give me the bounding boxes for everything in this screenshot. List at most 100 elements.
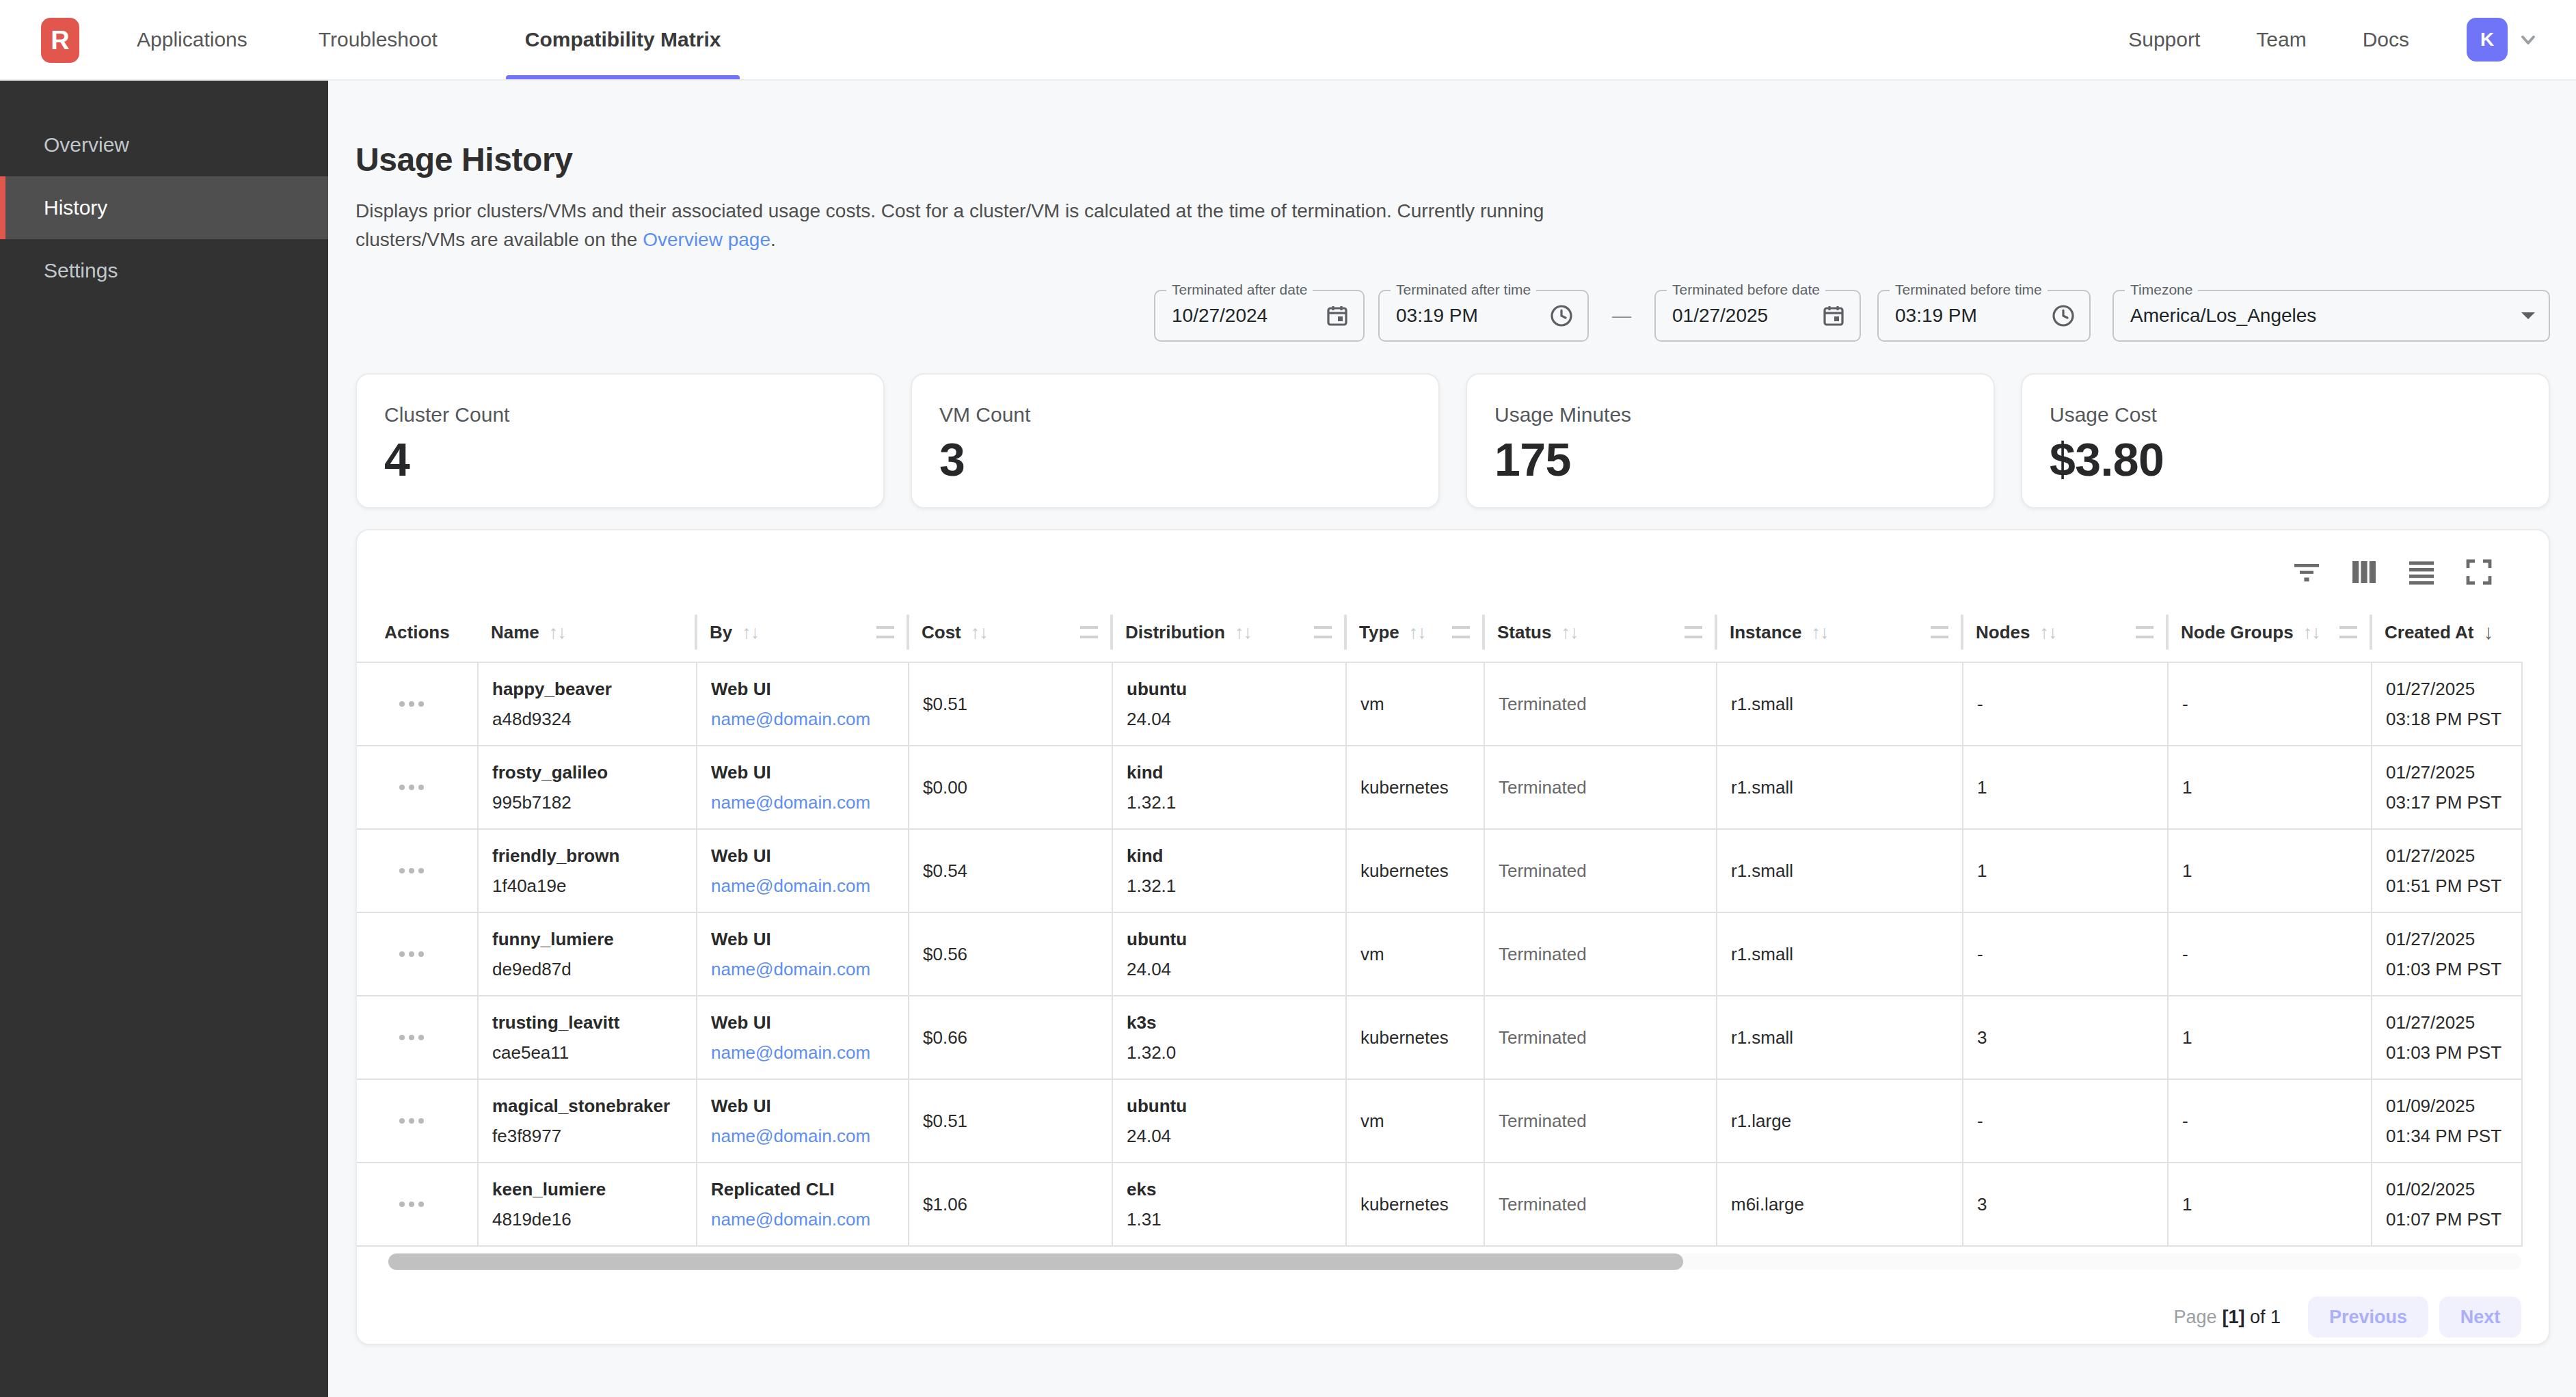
cell-cost: $0.56 bbox=[908, 913, 1112, 995]
row-actions-button[interactable] bbox=[399, 1202, 424, 1207]
column-drag-handle-icon[interactable] bbox=[2136, 626, 2154, 638]
cell-line1: ubuntu bbox=[1127, 924, 1334, 954]
sidebar-item-overview[interactable]: Overview bbox=[0, 113, 328, 176]
column-header-cost[interactable]: Cost↑↓ bbox=[908, 603, 1112, 662]
cell-created-at: 01/27/202503:17 PM PST bbox=[2371, 746, 2523, 828]
nav-tab-applications[interactable]: Applications bbox=[134, 0, 250, 79]
column-header-node-groups[interactable]: Node Groups↑↓ bbox=[2167, 603, 2371, 662]
next-page-button[interactable]: Next bbox=[2439, 1297, 2521, 1338]
cell-actions bbox=[357, 663, 477, 745]
column-header-distribution[interactable]: Distribution↑↓ bbox=[1112, 603, 1345, 662]
cell-status: Terminated bbox=[1484, 1080, 1716, 1162]
clock-icon[interactable] bbox=[2051, 303, 2076, 328]
stat-card-usage-cost: Usage Cost $3.80 bbox=[2021, 373, 2550, 508]
column-header-status[interactable]: Status↑↓ bbox=[1484, 603, 1716, 662]
timezone-select[interactable]: Timezone America/Los_Angeles bbox=[2112, 290, 2550, 342]
app-logo[interactable]: R bbox=[41, 18, 79, 63]
cell-actions bbox=[357, 913, 477, 995]
row-actions-button[interactable] bbox=[399, 951, 424, 957]
cell-line1: Web UI bbox=[711, 924, 897, 954]
cell-name: keen_lumiere4819de16 bbox=[477, 1163, 696, 1245]
email-link[interactable]: name@domain.com bbox=[711, 1037, 897, 1068]
email-link[interactable]: name@domain.com bbox=[711, 871, 897, 901]
chevron-down-icon[interactable] bbox=[2517, 29, 2539, 51]
stat-value: $3.80 bbox=[2050, 435, 2521, 484]
cell-name: frosty_galileo995b7182 bbox=[477, 746, 696, 828]
sidebar-item-history[interactable]: History bbox=[0, 176, 328, 239]
stat-label: Cluster Count bbox=[384, 403, 856, 426]
sort-icon: ↑↓ bbox=[1812, 622, 1829, 643]
cell-line1: Web UI bbox=[711, 674, 897, 704]
column-drag-handle-icon[interactable] bbox=[1314, 626, 1332, 638]
column-header-type[interactable]: Type↑↓ bbox=[1345, 603, 1484, 662]
cell-instance: m6i.large bbox=[1716, 1163, 1962, 1245]
column-header-label: Instance bbox=[1730, 622, 1802, 643]
cell-distribution: eks1.31 bbox=[1112, 1163, 1345, 1245]
nav-tab-troubleshoot[interactable]: Troubleshoot bbox=[316, 0, 440, 79]
terminated-before-time-field[interactable]: Terminated before time 03:19 PM bbox=[1877, 290, 2091, 342]
email-link[interactable]: name@domain.com bbox=[711, 1204, 897, 1234]
terminated-after-date-field[interactable]: Terminated after date 10/27/2024 bbox=[1154, 290, 1365, 342]
row-actions-button[interactable] bbox=[399, 1035, 424, 1040]
email-link[interactable]: name@domain.com bbox=[711, 787, 897, 817]
page-indicator: [1] of 1 bbox=[2222, 1307, 2281, 1328]
nav-link-team[interactable]: Team bbox=[2256, 28, 2306, 51]
cell-cost: $0.51 bbox=[908, 1080, 1112, 1162]
cell-line2: de9ed87d bbox=[492, 954, 685, 984]
columns-icon[interactable] bbox=[2349, 557, 2379, 587]
cell-line2: 24.04 bbox=[1127, 954, 1334, 984]
terminated-before-date-field[interactable]: Terminated before date 01/27/2025 bbox=[1654, 290, 1861, 342]
overview-page-link[interactable]: Overview page bbox=[643, 229, 770, 250]
sort-desc-icon: ↓ bbox=[2484, 621, 2494, 644]
nav-link-support[interactable]: Support bbox=[2128, 28, 2200, 51]
column-drag-handle-icon[interactable] bbox=[876, 626, 894, 638]
stat-label: VM Count bbox=[939, 403, 1411, 426]
column-header-nodes[interactable]: Nodes↑↓ bbox=[1962, 603, 2167, 662]
nav-link-docs[interactable]: Docs bbox=[2363, 28, 2409, 51]
sidebar-item-settings[interactable]: Settings bbox=[0, 239, 328, 302]
email-link[interactable]: name@domain.com bbox=[711, 1121, 897, 1151]
column-header-instance[interactable]: Instance ↑↓ bbox=[1716, 603, 1962, 662]
fullscreen-icon[interactable] bbox=[2464, 557, 2494, 587]
cell-by: Replicated CLIname@domain.com bbox=[696, 1163, 908, 1245]
column-drag-handle-icon[interactable] bbox=[1452, 626, 1470, 638]
nav-tab-compatibility-matrix[interactable]: Compatibility Matrix bbox=[506, 0, 740, 79]
table-row: frosty_galileo995b7182Web UIname@domain.… bbox=[357, 746, 2523, 830]
clock-icon[interactable] bbox=[1549, 303, 1574, 328]
column-drag-handle-icon[interactable] bbox=[1080, 626, 1098, 638]
cell-line1: Web UI bbox=[711, 1091, 897, 1121]
row-actions-button[interactable] bbox=[399, 1118, 424, 1124]
cell-instance: r1.small bbox=[1716, 830, 1962, 912]
calendar-icon[interactable] bbox=[1821, 303, 1846, 328]
cell-actions bbox=[357, 746, 477, 828]
avatar[interactable]: K bbox=[2467, 18, 2508, 62]
terminated-after-time-field[interactable]: Terminated after time 03:19 PM bbox=[1378, 290, 1589, 342]
cell-line2: 1f40a19e bbox=[492, 871, 685, 901]
sort-icon: ↑↓ bbox=[2303, 622, 2320, 643]
column-header-created-at[interactable]: Created At↓ bbox=[2371, 603, 2523, 662]
main-content: Usage History Displays prior clusters/VM… bbox=[328, 81, 2576, 1397]
cell-distribution: kind1.32.1 bbox=[1112, 830, 1345, 912]
calendar-icon[interactable] bbox=[1325, 303, 1350, 328]
column-drag-handle-icon[interactable] bbox=[1685, 626, 1702, 638]
cell-line1: 01/27/2025 bbox=[2386, 757, 2510, 787]
density-icon[interactable] bbox=[2406, 557, 2437, 587]
email-link[interactable]: name@domain.com bbox=[711, 704, 897, 734]
page-description-line2-text: clusters/VMs are available on the bbox=[355, 229, 643, 250]
column-drag-handle-icon[interactable] bbox=[2339, 626, 2357, 638]
row-actions-button[interactable] bbox=[399, 785, 424, 790]
cell-line1: 01/09/2025 bbox=[2386, 1091, 2510, 1121]
scrollbar-thumb[interactable] bbox=[388, 1253, 1683, 1270]
column-header-by[interactable]: By↑↓ bbox=[696, 603, 908, 662]
cell-by: Web UIname@domain.com bbox=[696, 663, 908, 745]
email-link[interactable]: name@domain.com bbox=[711, 954, 897, 984]
previous-page-button[interactable]: Previous bbox=[2308, 1297, 2428, 1338]
cell-line1: 01/27/2025 bbox=[2386, 841, 2510, 871]
column-header-name[interactable]: Name↑↓ bbox=[477, 603, 696, 662]
filter-icon[interactable] bbox=[2292, 557, 2322, 587]
row-actions-button[interactable] bbox=[399, 701, 424, 707]
column-drag-handle-icon[interactable] bbox=[1931, 626, 1948, 638]
cell-line1: friendly_brown bbox=[492, 841, 685, 871]
row-actions-button[interactable] bbox=[399, 868, 424, 873]
cell-distribution: k3s1.32.0 bbox=[1112, 996, 1345, 1079]
